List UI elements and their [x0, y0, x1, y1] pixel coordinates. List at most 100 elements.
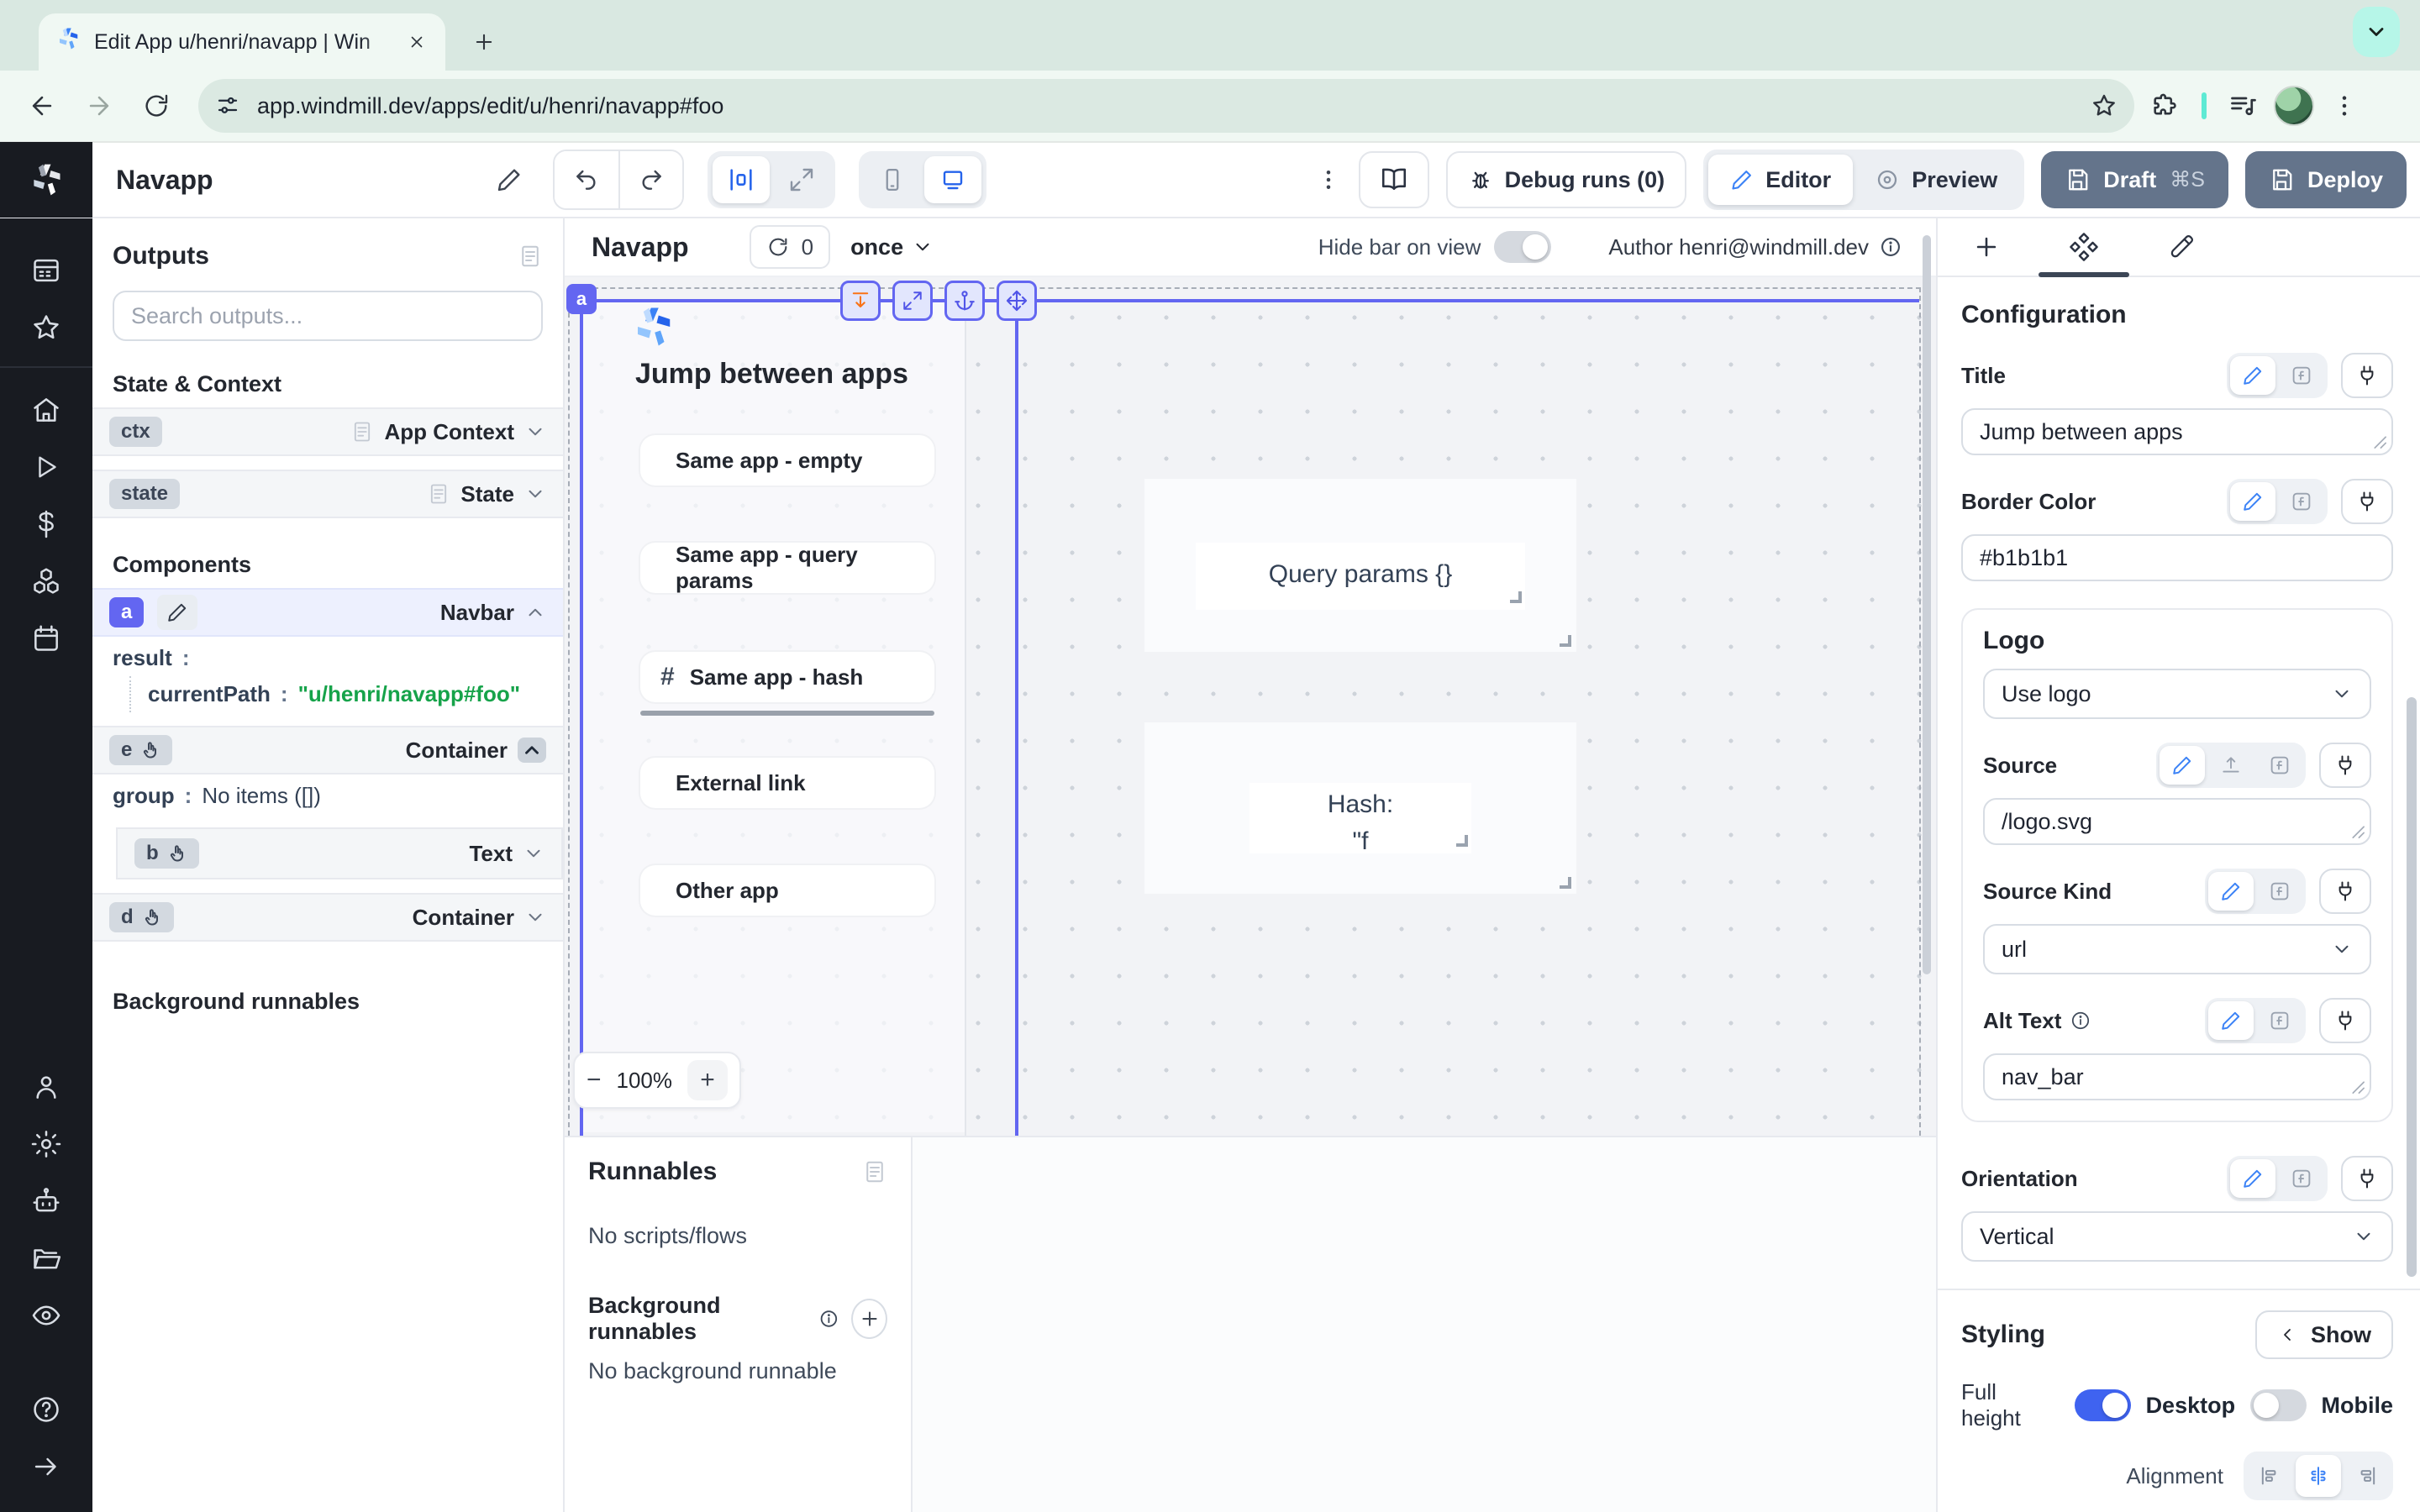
source-input[interactable]: /logo.svg [1983, 798, 2371, 845]
static-pencil-icon[interactable] [2208, 1001, 2254, 1040]
mobile-toggle[interactable] [2250, 1389, 2306, 1421]
component-b-row[interactable]: b Text [118, 829, 561, 878]
state-row[interactable]: state State [92, 470, 563, 518]
move-icon[interactable] [997, 281, 1037, 321]
connect-plug-icon[interactable] [2319, 869, 2371, 914]
resize-corner-icon[interactable] [1510, 591, 1522, 603]
outputs-doc-icon[interactable] [518, 244, 543, 269]
query-params-text[interactable]: Query params {} [1196, 543, 1525, 610]
sidebar-collapse-icon[interactable] [0, 1438, 92, 1495]
sidebar-resources-icon[interactable] [0, 553, 92, 610]
tab-preview[interactable]: Preview [1853, 155, 2019, 205]
connect-plug-icon[interactable] [2341, 353, 2393, 398]
new-tab-button[interactable] [462, 20, 506, 64]
full-width-canvas-button[interactable] [773, 156, 830, 203]
fullscreen-icon[interactable] [892, 281, 933, 321]
component-b-chevron-down-icon[interactable] [523, 843, 544, 864]
ctx-chevron-down-icon[interactable] [524, 421, 546, 443]
sidebar-workers-icon[interactable] [0, 1058, 92, 1116]
fx-expression-icon[interactable] [2257, 872, 2302, 911]
component-d-row[interactable]: d Container [92, 893, 563, 942]
canvas-scrollbar[interactable] [1923, 235, 1931, 974]
tab-component-styling[interactable] [2133, 218, 2230, 276]
fx-expression-icon[interactable] [2279, 1159, 2324, 1198]
centered-canvas-button[interactable] [713, 156, 770, 203]
sidebar-ai-icon[interactable] [0, 1173, 92, 1230]
more-options-kebab-icon[interactable] [1315, 167, 1342, 192]
static-pencil-icon[interactable] [2230, 1159, 2275, 1198]
component-a-edit-pencil-icon[interactable] [157, 595, 197, 630]
sidebar-schedules-icon[interactable] [0, 610, 92, 667]
refresh-count-button[interactable]: 0 [750, 225, 830, 269]
fx-expression-icon[interactable] [2279, 482, 2324, 521]
anchor-icon[interactable] [944, 281, 985, 321]
browser-menu-kebab-icon[interactable] [2321, 82, 2368, 129]
connect-plug-icon[interactable] [2319, 998, 2371, 1043]
url-text[interactable]: app.windmill.dev/apps/edit/u/henri/navap… [257, 93, 2074, 119]
docs-book-button[interactable] [1359, 151, 1429, 208]
align-start-icon[interactable] [2247, 1455, 2292, 1497]
sidebar-audit-icon[interactable] [0, 1287, 92, 1344]
redo-button[interactable] [618, 151, 682, 208]
nav-item-same-app-hash[interactable]: # Same app - hash [640, 652, 934, 702]
component-e-chevron-up-icon[interactable] [518, 738, 546, 763]
mobile-preview-button[interactable] [864, 156, 921, 203]
sidebar-folders-icon[interactable] [0, 1230, 92, 1287]
sidebar-variables-icon[interactable] [0, 496, 92, 553]
source-kind-select[interactable]: url [1983, 924, 2371, 974]
nav-item-same-app-empty[interactable]: Same app - empty [640, 435, 934, 486]
component-a-chevron-up-icon[interactable] [524, 601, 546, 623]
connect-plug-icon[interactable] [2341, 479, 2393, 524]
add-background-runnable-button[interactable] [851, 1299, 887, 1339]
runnables-doc-icon[interactable] [862, 1159, 887, 1184]
browser-tab[interactable]: Edit App u/henri/navapp | Win [39, 13, 445, 71]
tab-insert-component[interactable] [1938, 218, 2035, 276]
forward-icon[interactable] [74, 81, 124, 131]
site-settings-icon[interactable] [215, 93, 240, 118]
connect-plug-icon[interactable] [2341, 1156, 2393, 1201]
static-pencil-icon[interactable] [2160, 746, 2205, 785]
orientation-select[interactable]: Vertical [1961, 1211, 2393, 1262]
tab-component-settings[interactable] [2035, 218, 2133, 276]
component-a-canvas-badge[interactable]: a [566, 284, 597, 314]
upload-icon[interactable] [2208, 746, 2254, 785]
zoom-out-button[interactable]: − [587, 1066, 602, 1095]
tab-search-button[interactable] [2353, 7, 2400, 57]
reload-icon[interactable] [131, 81, 182, 131]
desktop-preview-button[interactable] [924, 156, 981, 203]
fx-expression-icon[interactable] [2257, 746, 2302, 785]
resize-corner-icon[interactable] [1560, 877, 1571, 889]
hide-bar-toggle[interactable] [1494, 231, 1551, 263]
fx-expression-icon[interactable] [2279, 356, 2324, 395]
state-chevron-down-icon[interactable] [524, 483, 546, 505]
media-controls-icon[interactable] [2220, 82, 2267, 129]
static-pencil-icon[interactable] [2230, 482, 2275, 521]
ctx-row[interactable]: ctx App Context [92, 407, 563, 456]
tab-close-icon[interactable] [402, 27, 432, 57]
resize-corner-icon[interactable] [1560, 635, 1571, 647]
nav-item-other-app[interactable]: Other app [640, 865, 934, 916]
connect-plug-icon[interactable] [2319, 743, 2371, 788]
border-color-input[interactable]: #b1b1b1 [1961, 534, 2393, 581]
component-e-row[interactable]: e Container [92, 726, 563, 774]
nav-item-external-link[interactable]: External link [640, 758, 934, 808]
full-height-toggle[interactable] [2075, 1389, 2130, 1421]
sidebar-runs-icon[interactable] [0, 438, 92, 496]
url-bar[interactable]: app.windmill.dev/apps/edit/u/henri/navap… [198, 79, 2134, 133]
browser-profile-avatar[interactable] [2274, 86, 2314, 126]
title-input[interactable]: Jump between apps [1961, 408, 2393, 455]
bookmark-star-icon[interactable] [2091, 92, 2118, 119]
fx-expression-icon[interactable] [2257, 1001, 2302, 1040]
styling-show-button[interactable]: Show [2255, 1310, 2393, 1359]
hash-text[interactable]: Hash: "f [1249, 783, 1471, 853]
align-end-icon[interactable] [2344, 1455, 2390, 1497]
app-canvas[interactable]: a Jump between apps Same app - empty Sam… [565, 277, 1936, 1136]
align-center-icon[interactable] [2296, 1455, 2341, 1497]
component-d-chevron-down-icon[interactable] [524, 906, 546, 928]
sidebar-favorites-icon[interactable] [0, 299, 92, 356]
nav-item-same-app-query-params[interactable]: Same app - query params [640, 543, 934, 593]
component-a-row[interactable]: a Navbar [92, 588, 563, 637]
expand-down-icon[interactable] [840, 281, 881, 321]
draft-button[interactable]: Draft ⌘S [2041, 151, 2228, 208]
sidebar-help-icon[interactable] [0, 1381, 92, 1438]
